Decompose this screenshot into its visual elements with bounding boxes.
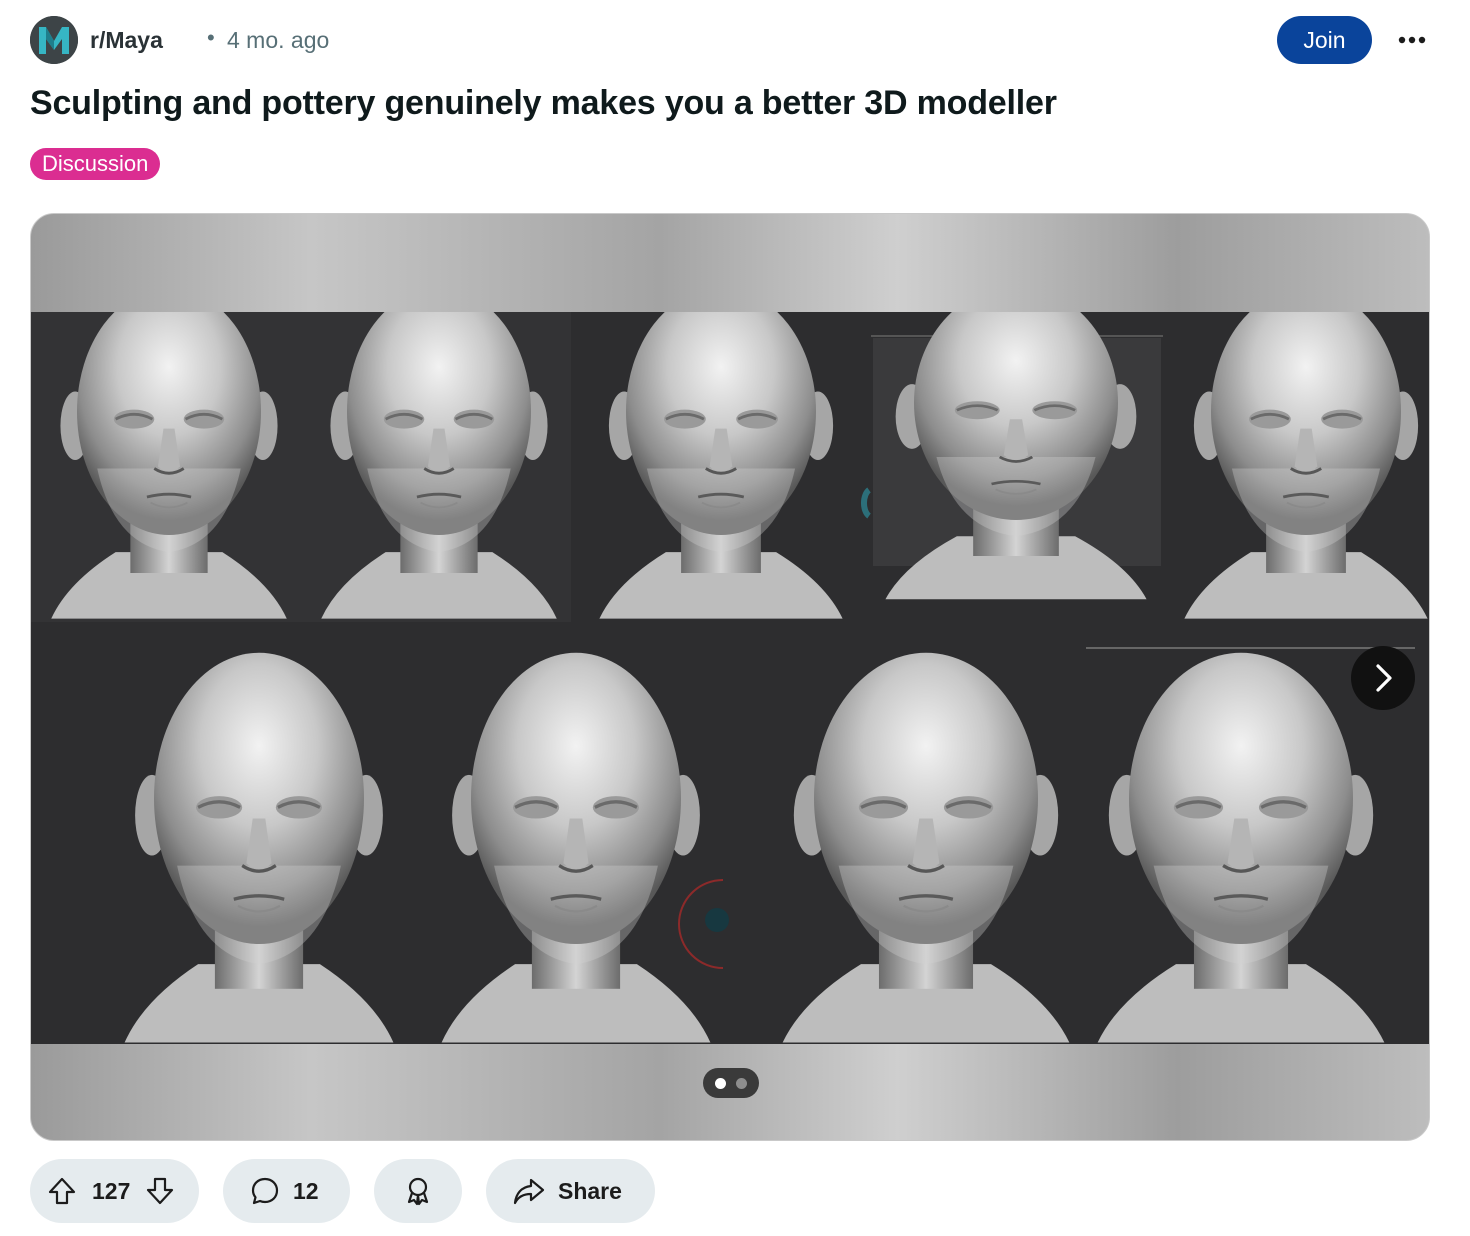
gallery-image[interactable] <box>31 312 1430 1044</box>
chevron-right-icon <box>1376 664 1392 692</box>
comment-count: 12 <box>293 1177 319 1204</box>
upvote-arrow-icon <box>48 1177 76 1205</box>
award-button[interactable] <box>374 1159 462 1223</box>
slide-dot-active[interactable] <box>715 1077 726 1089</box>
post-header: r/Maya • 4 mo. ago Join <box>30 16 1440 66</box>
share-icon-wrap <box>512 1175 546 1207</box>
post-title[interactable]: Sculpting and pottery genuinely makes yo… <box>30 84 1057 123</box>
post-flair[interactable]: Discussion <box>30 148 161 180</box>
award-icon <box>407 1177 429 1206</box>
post-time: 4 mo. ago <box>227 27 330 53</box>
slide-indicator <box>703 1068 759 1098</box>
share-button[interactable]: Share <box>486 1159 655 1223</box>
downvote-arrow-icon <box>147 1177 174 1205</box>
vote-count: 127 <box>92 1177 131 1204</box>
meta-separator: • <box>207 25 215 50</box>
maya-logo-icon <box>30 16 78 64</box>
media-gallery[interactable] <box>30 213 1430 1141</box>
more-horizontal-icon <box>1398 36 1426 44</box>
post-actions: 127 12 Share <box>30 1159 1440 1223</box>
share-label: Share <box>558 1177 622 1204</box>
comment-bubble-icon <box>251 1177 279 1205</box>
comments-button[interactable]: 12 <box>223 1159 350 1223</box>
slide-dot[interactable] <box>736 1077 747 1089</box>
next-slide-button[interactable] <box>1351 646 1415 710</box>
vote-bar: 127 <box>30 1159 199 1223</box>
subreddit-name[interactable]: r/Maya <box>90 27 163 54</box>
downvote-button[interactable] <box>144 1175 176 1207</box>
more-options-button[interactable] <box>1390 20 1434 60</box>
comment-icon-wrap <box>249 1175 281 1207</box>
subreddit-avatar[interactable] <box>30 16 78 64</box>
upvote-button[interactable] <box>46 1175 78 1207</box>
join-button[interactable]: Join <box>1277 16 1372 64</box>
share-arrow-icon <box>513 1178 545 1205</box>
